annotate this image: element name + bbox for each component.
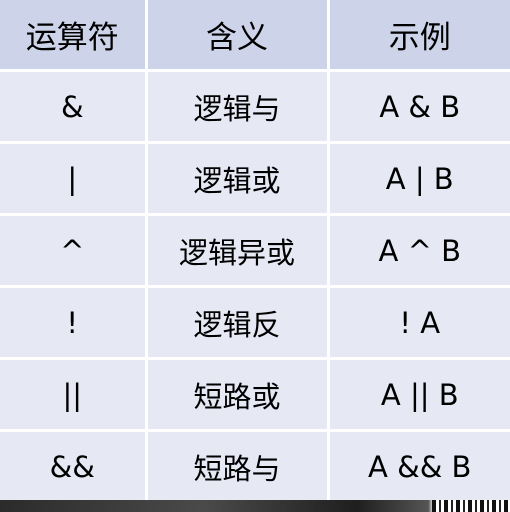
- table-row: && 短路与 A && B: [0, 429, 510, 501]
- meaning-cell: 逻辑反: [144, 285, 328, 359]
- operator-cell: &: [0, 69, 146, 143]
- table-row: & 逻辑与 A & B: [0, 69, 510, 143]
- operator-cell: ||: [0, 357, 146, 431]
- example-cell: A && B: [326, 429, 510, 501]
- table-header-row: 运算符 含义 示例: [0, 0, 510, 71]
- table-row: || 短路或 A || B: [0, 357, 510, 431]
- logical-operators-table: 运算符 含义 示例 & 逻辑与 A & B | 逻辑或 A | B ^ 逻辑异或…: [0, 0, 510, 501]
- example-cell: A ^ B: [326, 213, 510, 287]
- table-row: | 逻辑或 A | B: [0, 141, 510, 215]
- header-operator: 运算符: [0, 0, 146, 71]
- qr-code-fragment: [432, 500, 510, 512]
- example-cell: A || B: [326, 357, 510, 431]
- example-cell: A | B: [326, 141, 510, 215]
- example-cell: ! A: [326, 285, 510, 359]
- table-row: ! 逻辑反 ! A: [0, 285, 510, 359]
- operator-cell: &&: [0, 429, 146, 501]
- header-meaning: 含义: [144, 0, 328, 71]
- operator-cell: ^: [0, 213, 146, 287]
- table-row: ^ 逻辑异或 A ^ B: [0, 213, 510, 287]
- operator-cell: !: [0, 285, 146, 359]
- meaning-cell: 逻辑或: [144, 141, 328, 215]
- example-cell: A & B: [326, 69, 510, 143]
- header-example: 示例: [326, 0, 510, 71]
- meaning-cell: 逻辑与: [144, 69, 328, 143]
- meaning-cell: 逻辑异或: [144, 213, 328, 287]
- meaning-cell: 短路或: [144, 357, 328, 431]
- meaning-cell: 短路与: [144, 429, 328, 501]
- operator-cell: |: [0, 141, 146, 215]
- screenshot-page: 运算符 含义 示例 & 逻辑与 A & B | 逻辑或 A | B ^ 逻辑异或…: [0, 0, 510, 512]
